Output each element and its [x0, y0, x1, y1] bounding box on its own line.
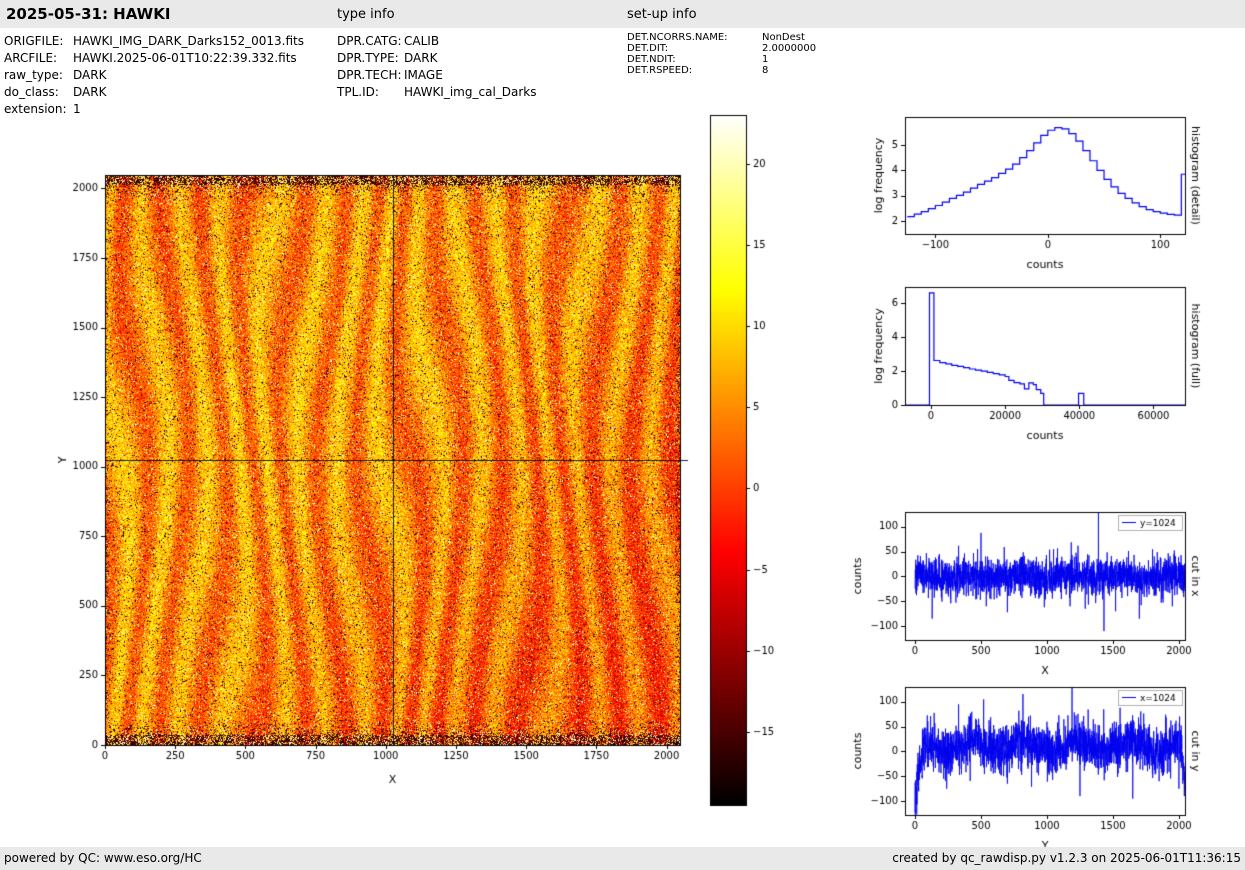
- info-value: HAWKI_IMG_DARK_Darks152_0013.fits: [73, 34, 304, 48]
- type-info-header: type info: [337, 7, 395, 22]
- footer-powered-by: powered by QC: www.eso.org/HC: [4, 851, 202, 865]
- histogram-full-plot: [845, 272, 1245, 457]
- info-label: DPR.TYPE:: [337, 50, 404, 67]
- info-value: 1: [73, 102, 81, 116]
- info-value: IMAGE: [404, 68, 443, 82]
- info-value: 1: [762, 54, 768, 65]
- info-row: do_class:DARK: [4, 84, 304, 101]
- info-row: DET.NCORRS.NAME:NonDest: [627, 32, 816, 43]
- info-label: extension:: [4, 101, 73, 118]
- info-label: DET.RSPEED:: [627, 65, 762, 76]
- cut-in-y-plot: [845, 670, 1245, 855]
- info-label: raw_type:: [4, 67, 73, 84]
- info-value: HAWKI_img_cal_Darks: [404, 85, 537, 99]
- histogram-detail-plot: [845, 100, 1245, 285]
- info-row: raw_type:DARK: [4, 67, 304, 84]
- file-info-list: ORIGFILE:HAWKI_IMG_DARK_Darks152_0013.fi…: [4, 33, 304, 118]
- info-row: DPR.CATG:CALIB: [337, 33, 537, 50]
- info-row: ORIGFILE:HAWKI_IMG_DARK_Darks152_0013.fi…: [4, 33, 304, 50]
- info-label: DPR.TECH:: [337, 67, 404, 84]
- type-info-list: DPR.CATG:CALIBDPR.TYPE:DARKDPR.TECH:IMAG…: [337, 33, 537, 101]
- info-value: 8: [762, 65, 768, 76]
- info-label: DET.DIT:: [627, 43, 762, 54]
- setup-info-list: DET.NCORRS.NAME:NonDestDET.DIT:2.0000000…: [627, 32, 816, 76]
- info-value: 2.0000000: [762, 43, 816, 54]
- colorbar: [700, 105, 800, 825]
- info-row: DPR.TYPE:DARK: [337, 50, 537, 67]
- page-title: 2025-05-31: HAWKI: [6, 5, 170, 23]
- info-label: DET.NCORRS.NAME:: [627, 32, 762, 43]
- info-value: DARK: [73, 85, 106, 99]
- footer-bar: powered by QC: www.eso.org/HC created by…: [0, 847, 1245, 870]
- info-value: DARK: [404, 51, 437, 65]
- info-label: TPL.ID:: [337, 84, 404, 101]
- info-row: DET.NDIT:1: [627, 54, 816, 65]
- info-label: ORIGFILE:: [4, 33, 73, 50]
- info-row: DET.DIT:2.0000000: [627, 43, 816, 54]
- info-row: ARCFILE:HAWKI.2025-06-01T10:22:39.332.fi…: [4, 50, 304, 67]
- info-value: DARK: [73, 68, 106, 82]
- info-row: extension:1: [4, 101, 304, 118]
- info-value: CALIB: [404, 34, 439, 48]
- setup-info-header: set-up info: [627, 7, 697, 22]
- info-row: DPR.TECH:IMAGE: [337, 67, 537, 84]
- detector-image-heatmap: [40, 130, 700, 810]
- info-label: ARCFILE:: [4, 50, 73, 67]
- info-row: DET.RSPEED:8: [627, 65, 816, 76]
- info-value: NonDest: [762, 32, 805, 43]
- footer-created-by: created by qc_rawdisp.py v1.2.3 on 2025-…: [892, 851, 1241, 865]
- info-value: HAWKI.2025-06-01T10:22:39.332.fits: [73, 51, 297, 65]
- info-row: TPL.ID:HAWKI_img_cal_Darks: [337, 84, 537, 101]
- info-label: do_class:: [4, 84, 73, 101]
- title-bar: 2025-05-31: HAWKI type info set-up info: [0, 0, 1245, 28]
- info-label: DPR.CATG:: [337, 33, 404, 50]
- info-label: DET.NDIT:: [627, 54, 762, 65]
- cut-in-x-plot: [845, 495, 1245, 680]
